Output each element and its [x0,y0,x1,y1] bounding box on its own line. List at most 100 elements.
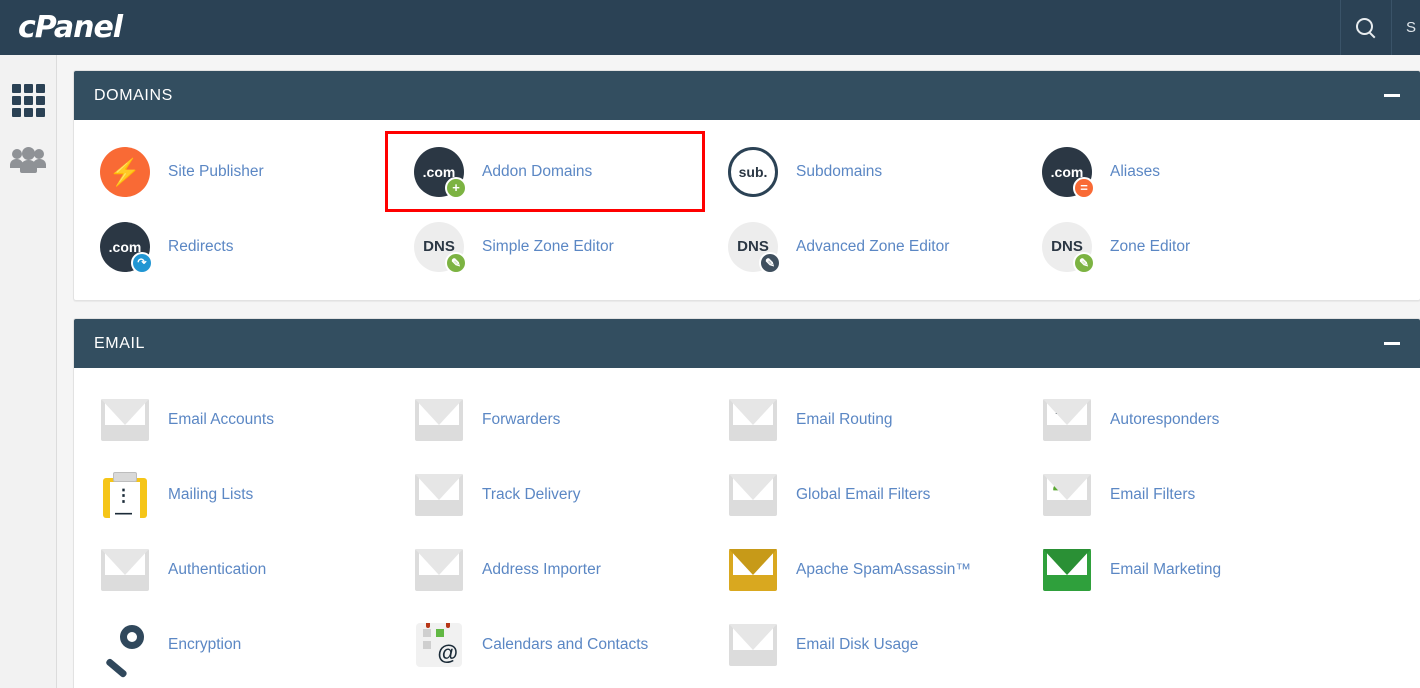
calendars-contacts-icon: @ [412,618,466,672]
email-row-1: ♟ Email Accounts ➜ Forwarders ♦ [74,382,1420,457]
tile-address-importer[interactable]: ➞i Address Importer [388,532,702,607]
tile-aliases[interactable]: .com = Aliases [1016,134,1330,209]
panel-email-body: ♟ Email Accounts ➜ Forwarders ♦ [74,368,1420,688]
search-icon[interactable] [1355,17,1377,39]
tile-label: Autoresponders [1110,411,1219,429]
tile-label: Forwarders [482,411,560,429]
redirect-arrow-badge-icon: ↷ [131,252,153,274]
tile-label: Mailing Lists [168,486,253,504]
email-row-3: ⚷ Authentication ➞i Address Importer ❁ [74,532,1420,607]
address-importer-icon: ➞i [412,543,466,597]
tile-label: Advanced Zone Editor [796,238,949,256]
tile-label: Address Importer [482,561,601,579]
aliases-icon: .com = [1040,145,1094,199]
header-divider [1340,0,1341,55]
tile-label: Email Accounts [168,411,274,429]
cpanel-logo[interactable]: cPanel [18,10,122,45]
tile-encryption[interactable]: Encryption [74,607,388,682]
tile-email-marketing[interactable]: $ Email Marketing [1016,532,1330,607]
email-disk-usage-icon: ♺ [726,618,780,672]
panel-domains: DOMAINS ⚡ Site Publisher .com + [73,70,1420,301]
panel-domains-header: DOMAINS [74,71,1420,120]
tile-advanced-zone-editor[interactable]: DNS ✎ Advanced Zone Editor [702,209,1016,284]
tile-redirects[interactable]: .com ↷ Redirects [74,209,388,284]
collapse-domains-button[interactable] [1384,94,1400,97]
pencil-badge-icon: ✎ [759,252,781,274]
email-routing-icon: ♦ [726,393,780,447]
encryption-icon [98,618,152,672]
sidebar-item-user-manager[interactable] [0,130,57,190]
simple-zone-editor-icon: DNS ✎ [412,220,466,274]
autoresponders-icon: A⬅ [1040,393,1094,447]
pencil-badge-icon: ✎ [1073,252,1095,274]
tile-label: Apache SpamAssassin™ [796,561,971,579]
tile-simple-zone-editor[interactable]: DNS ✎ Simple Zone Editor [388,209,702,284]
email-row-2: ⋮— Mailing Lists ●● Track Delivery [74,457,1420,532]
spamassassin-icon: ❁ [726,543,780,597]
equals-badge-icon: = [1073,177,1095,199]
tile-label: Addon Domains [482,163,592,181]
track-delivery-icon: ●● [412,468,466,522]
global-email-filters-icon: ●▼ [726,468,780,522]
icon-text-sub: sub. [739,164,768,180]
panel-domains-body: ⚡ Site Publisher .com + Addon Domains [74,120,1420,300]
email-row-4: Encryption @ Calendars and Contacts [74,607,1420,682]
email-accounts-icon: ♟ [98,393,152,447]
tile-email-accounts[interactable]: ♟ Email Accounts [74,382,388,457]
tile-label: Email Disk Usage [796,636,918,654]
panel-email-title: EMAIL [94,335,145,353]
tile-label: Email Routing [796,411,893,429]
grid-icon [12,84,45,117]
tile-track-delivery[interactable]: ●● Track Delivery [388,457,702,532]
pencil-badge-icon: ✎ [445,252,467,274]
tile-label: Zone Editor [1110,238,1190,256]
tile-email-disk-usage[interactable]: ♺ Email Disk Usage [702,607,1016,682]
collapse-email-button[interactable] [1384,342,1400,345]
email-filters-icon: ♟▼ [1040,468,1094,522]
tile-spamassassin[interactable]: ❁ Apache SpamAssassin™ [702,532,1016,607]
tile-label: Email Marketing [1110,561,1221,579]
sidebar-item-apps[interactable] [0,70,57,130]
tile-autoresponders[interactable]: A⬅ Autoresponders [1016,382,1330,457]
main-content: DOMAINS ⚡ Site Publisher .com + [57,55,1420,688]
zone-editor-icon: DNS ✎ [1040,220,1094,274]
tile-authentication[interactable]: ⚷ Authentication [74,532,388,607]
panel-domains-title: DOMAINS [94,87,173,105]
tile-label: Track Delivery [482,486,580,504]
left-sidebar [0,55,57,688]
tile-label: Redirects [168,238,233,256]
top-header-bar: cPanel S [0,0,1420,55]
header-actions: S [1340,0,1420,55]
tile-label: Calendars and Contacts [482,636,648,654]
user-menu-label[interactable]: S [1406,19,1416,36]
tile-subdomains[interactable]: sub. Subdomains [702,134,1016,209]
tile-mailing-lists[interactable]: ⋮— Mailing Lists [74,457,388,532]
tile-label: Subdomains [796,163,882,181]
tile-forwarders[interactable]: ➜ Forwarders [388,382,702,457]
tile-calendars-contacts[interactable]: @ Calendars and Contacts [388,607,702,682]
tile-zone-editor[interactable]: DNS ✎ Zone Editor [1016,209,1330,284]
subdomains-icon: sub. [726,145,780,199]
tile-empty [1016,607,1330,682]
redirects-icon: .com ↷ [98,220,152,274]
tile-site-publisher[interactable]: ⚡ Site Publisher [74,134,388,209]
addon-domains-icon: .com + [412,145,466,199]
tile-label: Email Filters [1110,486,1195,504]
cpanel-page: cPanel S [0,0,1420,688]
forwarders-icon: ➜ [412,393,466,447]
tile-label: Aliases [1110,163,1160,181]
tile-addon-domains[interactable]: .com + Addon Domains [388,134,702,209]
tile-label: Authentication [168,561,266,579]
tile-label: Encryption [168,636,241,654]
panel-email-header: EMAIL [74,319,1420,368]
tile-email-routing[interactable]: ♦ Email Routing [702,382,1016,457]
header-divider-2 [1391,0,1392,55]
tile-global-email-filters[interactable]: ●▼ Global Email Filters [702,457,1016,532]
domains-row-1: ⚡ Site Publisher .com + Addon Domains [74,134,1420,209]
site-publisher-icon: ⚡ [98,145,152,199]
mailing-lists-icon: ⋮— [98,468,152,522]
advanced-zone-editor-icon: DNS ✎ [726,220,780,274]
email-marketing-icon: $ [1040,543,1094,597]
tile-email-filters[interactable]: ♟▼ Email Filters [1016,457,1330,532]
plus-badge-icon: + [445,177,467,199]
